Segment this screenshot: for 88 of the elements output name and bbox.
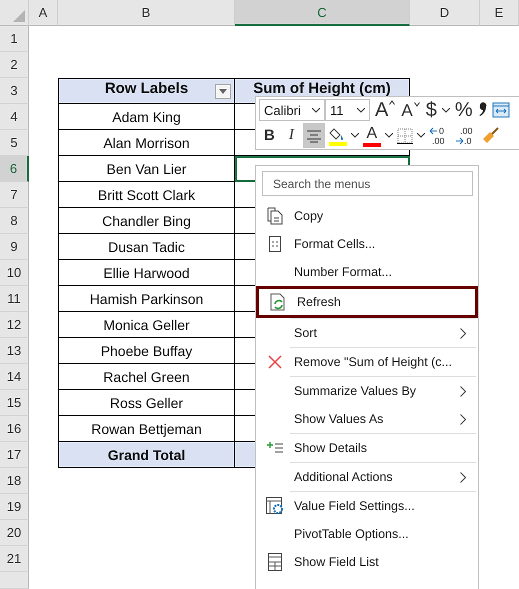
menu-item[interactable]: Refresh <box>256 286 478 318</box>
menu-item[interactable]: Format Cells... <box>256 230 478 258</box>
field-settings-icon <box>266 497 284 515</box>
caret-icon <box>357 108 365 112</box>
caret-icon[interactable] <box>416 133 425 138</box>
row-header[interactable]: 16 <box>0 416 29 442</box>
table-cell: Rachel Green <box>58 364 235 390</box>
menu-item[interactable]: Copy <box>256 202 478 230</box>
column-header[interactable]: B <box>58 0 235 26</box>
table-cell: Grand Total <box>58 442 235 468</box>
row-header[interactable]: 1 <box>0 26 29 52</box>
row-header[interactable]: 12 <box>0 312 29 338</box>
field-list-icon <box>268 553 282 571</box>
menu-item[interactable]: Show Details <box>256 433 478 462</box>
menu-item[interactable]: Remove "Sum of Height (c... <box>256 347 478 376</box>
menu-item[interactable]: PivotTable Options... <box>256 520 478 548</box>
caret-icon[interactable] <box>384 133 393 138</box>
caret-icon <box>414 102 420 106</box>
menu-item[interactable]: Sort <box>256 318 478 347</box>
column-header[interactable]: A <box>29 0 58 26</box>
table-cell: Adam King <box>58 104 235 130</box>
font-name: Calibri <box>264 102 301 118</box>
table-cell: Phoebe Buffay <box>58 338 235 364</box>
menu-item[interactable]: Additional Actions <box>256 462 478 491</box>
row-header[interactable]: 3 <box>0 78 29 104</box>
italic-button[interactable]: I <box>284 128 299 143</box>
row-header[interactable]: 19 <box>0 494 29 520</box>
table-header: Row Labels <box>58 78 235 104</box>
percent-button[interactable]: % <box>454 100 474 120</box>
table-cell: Monica Geller <box>58 312 235 338</box>
font-dropdown[interactable]: Calibri <box>259 99 325 121</box>
close-icon <box>268 355 282 369</box>
font-color-button[interactable]: A <box>362 124 381 146</box>
show-details-icon <box>267 442 283 454</box>
borders-icon[interactable] <box>396 128 413 144</box>
menu-item[interactable]: Show Values As <box>256 405 478 433</box>
menu-item[interactable]: Number Format... <box>256 258 478 286</box>
row-header[interactable]: 11 <box>0 286 29 312</box>
caret-icon <box>219 89 227 94</box>
row-header[interactable]: 4 <box>0 104 29 130</box>
row-header[interactable]: 18 <box>0 468 29 494</box>
menu-item[interactable]: Summarize Values By <box>256 376 478 405</box>
caret-icon <box>312 108 320 112</box>
table-cell: Ellie Harwood <box>58 260 235 286</box>
copy-icon <box>267 207 283 225</box>
row-header[interactable]: 6 <box>0 156 29 182</box>
row-header[interactable]: 21 <box>0 546 29 572</box>
row-header[interactable]: 7 <box>0 182 29 208</box>
center-align-button[interactable] <box>302 123 325 148</box>
filter-dropdown-button[interactable] <box>215 84 231 99</box>
font-size-dropdown[interactable]: 11 <box>325 99 370 121</box>
column-header[interactable]: D <box>410 0 480 26</box>
shrink-font-button[interactable]: A <box>400 102 421 118</box>
row-header[interactable]: 17 <box>0 442 29 468</box>
font-size: 11 <box>330 102 344 118</box>
currency-button[interactable]: $ <box>424 100 438 120</box>
row-header[interactable]: 13 <box>0 338 29 364</box>
table-cell: Ross Geller <box>58 390 235 416</box>
row-header[interactable]: 8 <box>0 208 29 234</box>
row-header[interactable]: 2 <box>0 52 29 78</box>
menu-item[interactable]: Show Field List <box>256 548 478 576</box>
row-header[interactable]: 15 <box>0 390 29 416</box>
row-header[interactable]: 14 <box>0 364 29 390</box>
search-field[interactable]: Search the menus <box>262 171 473 196</box>
row-header[interactable]: 9 <box>0 234 29 260</box>
format-painter-icon[interactable] <box>480 126 501 144</box>
row-header[interactable]: 5 <box>0 130 29 156</box>
caret-icon[interactable] <box>350 133 359 138</box>
table-cell: Britt Scott Clark <box>58 182 235 208</box>
table-cell: Ben Van Lier <box>58 156 235 182</box>
menu-item[interactable]: Value Field Settings... <box>256 491 478 520</box>
column-header[interactable]: C <box>235 0 410 26</box>
fill-color-icon[interactable] <box>328 126 347 146</box>
column-header[interactable]: E <box>480 0 519 26</box>
table-cell: Hamish Parkinson <box>58 286 235 312</box>
table-cell: Chandler Bing <box>58 208 235 234</box>
caret-icon <box>389 100 396 105</box>
comma-style-icon[interactable] <box>478 102 488 118</box>
row-header[interactable]: 10 <box>0 260 29 286</box>
table-cell: Alan Morrison <box>58 130 235 156</box>
row-header[interactable]: 20 <box>0 520 29 546</box>
wrap-text-icon[interactable] <box>492 102 510 118</box>
align-center-icon <box>306 128 322 142</box>
bold-button[interactable]: B <box>259 128 280 143</box>
refresh-icon <box>270 293 286 311</box>
caret-icon[interactable] <box>442 108 450 112</box>
table-cell: Dusan Tadic <box>58 234 235 260</box>
format-cells-icon <box>269 236 281 252</box>
